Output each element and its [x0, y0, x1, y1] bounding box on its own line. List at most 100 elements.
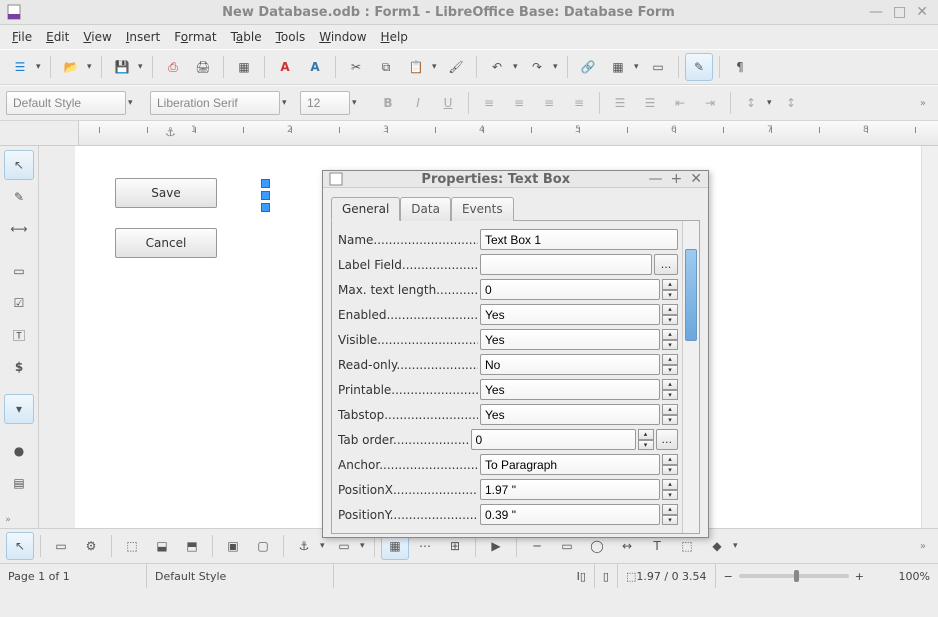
bullets-icon[interactable]: ☰	[606, 89, 634, 117]
position-icon[interactable]: ⬚	[118, 532, 146, 560]
bring-front-icon[interactable]: ⬓	[148, 532, 176, 560]
undo-icon[interactable]: ↶	[483, 53, 511, 81]
control-wizard-icon[interactable]: ⟷	[4, 214, 34, 244]
property-input[interactable]	[480, 504, 660, 525]
form-button-save[interactable]: Save	[115, 178, 217, 208]
spinner-icon[interactable]: ▴▾	[662, 479, 678, 500]
open-icon[interactable]: 📂	[57, 53, 85, 81]
checkbox-icon[interactable]: ☑	[4, 288, 34, 318]
zoom-controls[interactable]: − +	[716, 564, 872, 588]
indent-icon[interactable]: ⇥	[696, 89, 724, 117]
dialog-minimize-icon[interactable]: —	[649, 171, 663, 187]
print-icon[interactable]: 🖨	[189, 53, 217, 81]
select-icon[interactable]: ↖	[6, 532, 34, 560]
insert-image-icon[interactable]: ▭	[644, 53, 672, 81]
italic-icon[interactable]: I	[404, 89, 432, 117]
underline-icon[interactable]: U	[434, 89, 462, 117]
tab-data[interactable]: Data	[400, 197, 451, 221]
insert-table-icon[interactable]: ▦	[604, 53, 632, 81]
tab-general[interactable]: General	[331, 197, 400, 221]
save-icon[interactable]: 💾	[108, 53, 136, 81]
menu-format[interactable]: Format	[168, 28, 222, 46]
clone-format-icon[interactable]: 🖌	[442, 53, 470, 81]
property-input[interactable]	[480, 329, 660, 350]
align-center-icon[interactable]: ≡	[505, 89, 533, 117]
property-input[interactable]	[471, 429, 636, 450]
dropdown-arrows-icon[interactable]: ▴▾	[662, 329, 678, 350]
font-name-combo[interactable]	[150, 91, 280, 115]
align-justify-icon[interactable]: ≡	[565, 89, 593, 117]
highlighting-icon[interactable]: ✎	[685, 53, 713, 81]
select-tool-icon[interactable]: ↖	[4, 150, 34, 180]
send-back-icon[interactable]: ⬒	[178, 532, 206, 560]
export-pdf-icon[interactable]: ⎙	[159, 53, 187, 81]
dialog-maximize-icon[interactable]: +	[671, 171, 683, 187]
new-icon[interactable]: ☰	[6, 53, 34, 81]
dropdown-arrows-icon[interactable]: ▴▾	[662, 304, 678, 325]
spinner-icon[interactable]: ▴▾	[638, 429, 654, 450]
align-left-icon[interactable]: ≡	[475, 89, 503, 117]
property-input[interactable]	[480, 304, 660, 325]
zoom-in-icon[interactable]: +	[855, 570, 864, 583]
property-input[interactable]	[480, 454, 660, 475]
paragraph-style-combo[interactable]	[6, 91, 126, 115]
menu-table[interactable]: Table	[225, 28, 268, 46]
print-preview-icon[interactable]: ▦	[230, 53, 258, 81]
property-browse-button[interactable]: ...	[656, 429, 679, 450]
property-input[interactable]	[480, 404, 660, 425]
toolbox-overflow-icon[interactable]: »	[0, 512, 16, 528]
dropdown-arrows-icon[interactable]: ▴▾	[662, 354, 678, 375]
redo-icon[interactable]: ↷	[523, 53, 551, 81]
menu-view[interactable]: View	[77, 28, 117, 46]
menu-file[interactable]: File	[6, 28, 38, 46]
bold-icon[interactable]: B	[374, 89, 402, 117]
toolbar3-overflow-icon[interactable]: »	[920, 541, 932, 552]
cut-icon[interactable]: ✂	[342, 53, 370, 81]
form-props-icon[interactable]: ⚙	[77, 532, 105, 560]
dialog-close-icon[interactable]: ✕	[690, 171, 702, 187]
radiobutton-icon[interactable]: ●	[4, 436, 34, 466]
currency-field-icon[interactable]: $	[4, 352, 34, 382]
outdent-icon[interactable]: ⇤	[666, 89, 694, 117]
dialog-titlebar[interactable]: Properties: Text Box — + ✕	[323, 171, 708, 188]
menu-edit[interactable]: Edit	[40, 28, 75, 46]
font-color-a-icon[interactable]: A	[271, 53, 299, 81]
property-input[interactable]	[480, 279, 660, 300]
form-design-icon[interactable]: ▭	[4, 256, 34, 286]
dialog-scrollbar[interactable]	[682, 221, 699, 533]
textbox-tool-icon[interactable]: 🅃	[4, 320, 34, 350]
copy-icon[interactable]: ⧉	[372, 53, 400, 81]
align-right-icon[interactable]: ≡	[535, 89, 563, 117]
anchor-menu-icon[interactable]: ⚓	[290, 532, 318, 560]
zoom-value[interactable]: 100%	[872, 564, 938, 588]
menu-insert[interactable]: Insert	[120, 28, 166, 46]
form-nav-icon[interactable]: ▭	[47, 532, 75, 560]
window-minimize[interactable]: —	[869, 4, 883, 20]
menu-tools[interactable]: Tools	[270, 28, 312, 46]
line-spacing-icon[interactable]: ↕	[737, 89, 765, 117]
paste-icon[interactable]: 📋	[402, 53, 430, 81]
property-input[interactable]	[480, 379, 660, 400]
property-input[interactable]	[480, 229, 678, 250]
spinner-icon[interactable]: ▴▾	[662, 279, 678, 300]
highlight-a-icon[interactable]: A	[301, 53, 329, 81]
property-browse-button[interactable]: ...	[654, 254, 678, 275]
form-button-cancel[interactable]: Cancel	[115, 228, 217, 258]
listbox-icon[interactable]: ▤	[4, 468, 34, 498]
dropdown-arrows-icon[interactable]: ▴▾	[662, 379, 678, 400]
status-insert-mode[interactable]: I▯	[569, 564, 595, 588]
property-input[interactable]	[480, 354, 660, 375]
toolbar-overflow-icon[interactable]: »	[920, 98, 932, 109]
numbering-icon[interactable]: ☰	[636, 89, 664, 117]
zoom-slider[interactable]	[739, 574, 849, 578]
dropdown-arrows-icon[interactable]: ▴▾	[662, 404, 678, 425]
vertical-scrollbar[interactable]	[921, 146, 938, 528]
ungroup-icon[interactable]: ▢	[249, 532, 277, 560]
menu-window[interactable]: Window	[313, 28, 372, 46]
window-maximize[interactable]: □	[893, 4, 906, 20]
tab-events[interactable]: Events	[451, 197, 514, 221]
design-mode-icon[interactable]: ✎	[4, 182, 34, 212]
window-close[interactable]: ✕	[916, 4, 928, 20]
para-spacing-icon[interactable]: ↕	[777, 89, 805, 117]
dropdown-arrows-icon[interactable]: ▴▾	[662, 454, 678, 475]
